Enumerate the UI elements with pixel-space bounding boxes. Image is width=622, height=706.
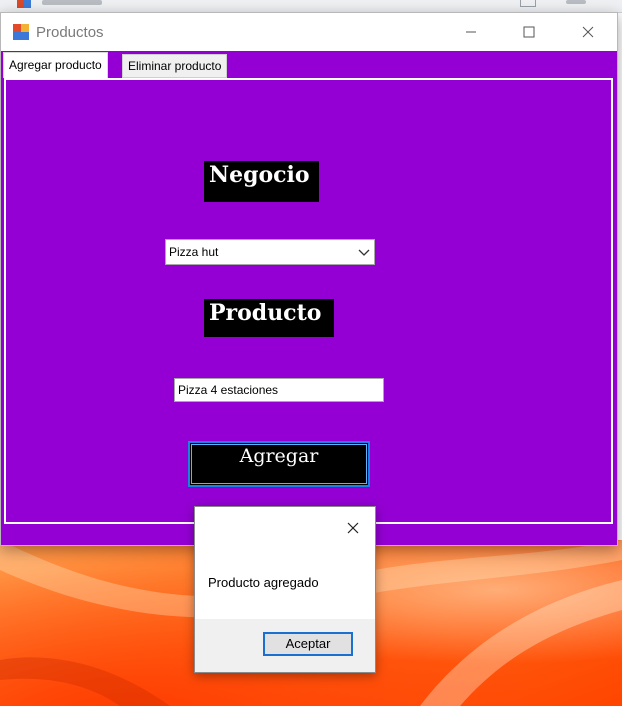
chevron-down-icon — [358, 249, 370, 256]
message-text: Producto agregado — [208, 575, 319, 590]
tab-page-agregar: Negocio Pizza hut Producto Agregar — [4, 78, 613, 524]
message-footer: Aceptar — [195, 619, 375, 672]
negocio-heading: Negocio — [204, 161, 319, 202]
maximize-button[interactable] — [500, 13, 558, 51]
background-control-fragment — [566, 0, 586, 4]
negocio-dropdown[interactable]: Pizza hut — [165, 239, 375, 265]
close-button[interactable] — [559, 13, 617, 51]
title-bar[interactable]: Productos — [1, 13, 617, 51]
aceptar-button[interactable]: Aceptar — [263, 632, 353, 656]
tab-eliminar-producto[interactable]: Eliminar producto — [122, 54, 228, 78]
close-icon — [582, 26, 594, 38]
minimize-button[interactable] — [442, 13, 500, 51]
window-title: Productos — [36, 24, 104, 41]
producto-heading: Producto — [204, 299, 334, 337]
background-app-icon — [17, 0, 31, 8]
background-title-fragment — [42, 0, 102, 5]
maximize-icon — [523, 26, 535, 38]
productos-window: Productos Agregar producto Eliminar prod… — [0, 12, 618, 546]
tab-agregar-producto[interactable]: Agregar producto — [3, 52, 108, 78]
tab-control: Agregar producto Eliminar producto Negoc… — [1, 51, 617, 545]
agregar-button[interactable]: Agregar — [188, 441, 370, 487]
message-box: Producto agregado Aceptar — [194, 506, 376, 673]
producto-input[interactable] — [174, 378, 384, 402]
negocio-selected-value: Pizza hut — [169, 245, 219, 259]
app-icon — [13, 24, 29, 40]
minimize-icon — [466, 31, 476, 33]
message-close-button[interactable] — [342, 517, 364, 539]
background-maximize-fragment — [520, 0, 536, 7]
close-icon — [347, 522, 359, 534]
form-area: Negocio Pizza hut Producto Agregar — [6, 80, 611, 522]
